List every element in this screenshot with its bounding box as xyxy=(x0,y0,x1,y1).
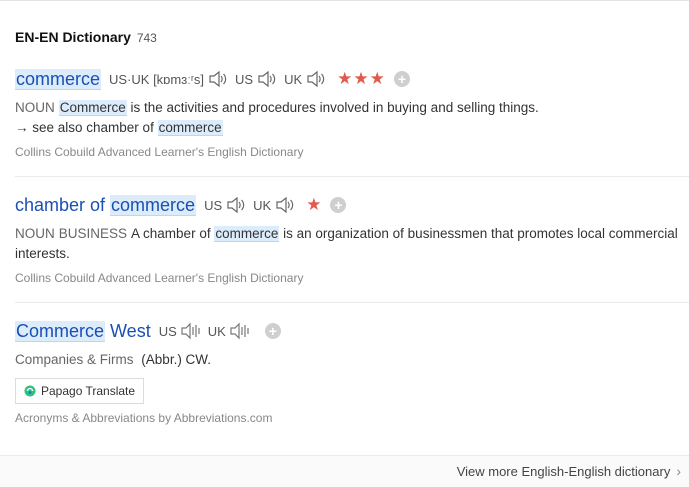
speaker-icon[interactable] xyxy=(207,69,229,89)
chevron-right-icon: › xyxy=(676,463,681,479)
category-tag: Companies & Firms xyxy=(15,352,134,367)
top-divider xyxy=(0,0,689,1)
entry-divider xyxy=(15,302,689,303)
result-count: 743 xyxy=(136,31,157,45)
source-link[interactable]: Acronyms & Abbreviations by Abbreviation… xyxy=(15,411,689,425)
add-to-wordbook-button[interactable]: + xyxy=(264,323,281,339)
pronunciation: US UK xyxy=(159,321,257,341)
speaker-icon[interactable] xyxy=(305,69,327,89)
tts-speaker-icon[interactable] xyxy=(180,321,202,341)
pronunciation: US UK xyxy=(204,195,302,215)
definition: Companies & Firms (Abbr.) CW. xyxy=(15,352,212,367)
dictionary-title: EN-EN Dictionary xyxy=(15,29,131,45)
speaker-icon[interactable] xyxy=(256,69,278,89)
tts-speaker-icon[interactable] xyxy=(229,321,251,341)
entry-chamber-of-commerce: chamber of commerce US UK ★ + NOUN BUSINE… xyxy=(15,192,689,285)
papago-logo-icon xyxy=(24,385,36,397)
papago-translate-button[interactable]: Papago Translate xyxy=(15,378,145,404)
definition: NOUN Commerce is the activities and proce… xyxy=(15,100,539,136)
headword-link[interactable]: Commerce West xyxy=(15,320,151,342)
add-to-wordbook-button[interactable]: + xyxy=(330,197,347,213)
view-more-link[interactable]: View more English-English dictionary › xyxy=(457,463,681,479)
dictionary-header: EN-EN Dictionary 743 xyxy=(15,29,157,45)
definition: NOUN BUSINESS A chamber of commerce is an … xyxy=(15,226,678,261)
entry-commerce-west: Commerce West US UK + Companies & Firms … xyxy=(15,318,689,425)
subject-tag: BUSINESS xyxy=(58,226,128,241)
footer-bar: View more English-English dictionary › xyxy=(0,455,689,487)
add-to-wordbook-button[interactable]: + xyxy=(393,71,410,87)
speaker-icon[interactable] xyxy=(274,195,296,215)
see-also-link[interactable]: commerce xyxy=(157,120,223,136)
headword-link[interactable]: chamber of commerce xyxy=(15,194,197,216)
entry-commerce: commerce US·UK [kɒmɜːʳs] US UK ★★★ + NOU… xyxy=(15,66,689,159)
entry-divider xyxy=(15,176,689,177)
frequency-stars: ★ xyxy=(306,195,323,214)
source-link[interactable]: Collins Cobuild Advanced Learner's Engli… xyxy=(15,145,689,159)
speaker-icon[interactable] xyxy=(225,195,247,215)
frequency-stars: ★★★ xyxy=(337,69,386,88)
pronunciation-us-uk: US·UK [kɒmɜːʳs] US UK xyxy=(109,69,333,89)
source-link[interactable]: Collins Cobuild Advanced Learner's Engli… xyxy=(15,271,689,285)
headword-link[interactable]: commerce xyxy=(15,68,102,90)
